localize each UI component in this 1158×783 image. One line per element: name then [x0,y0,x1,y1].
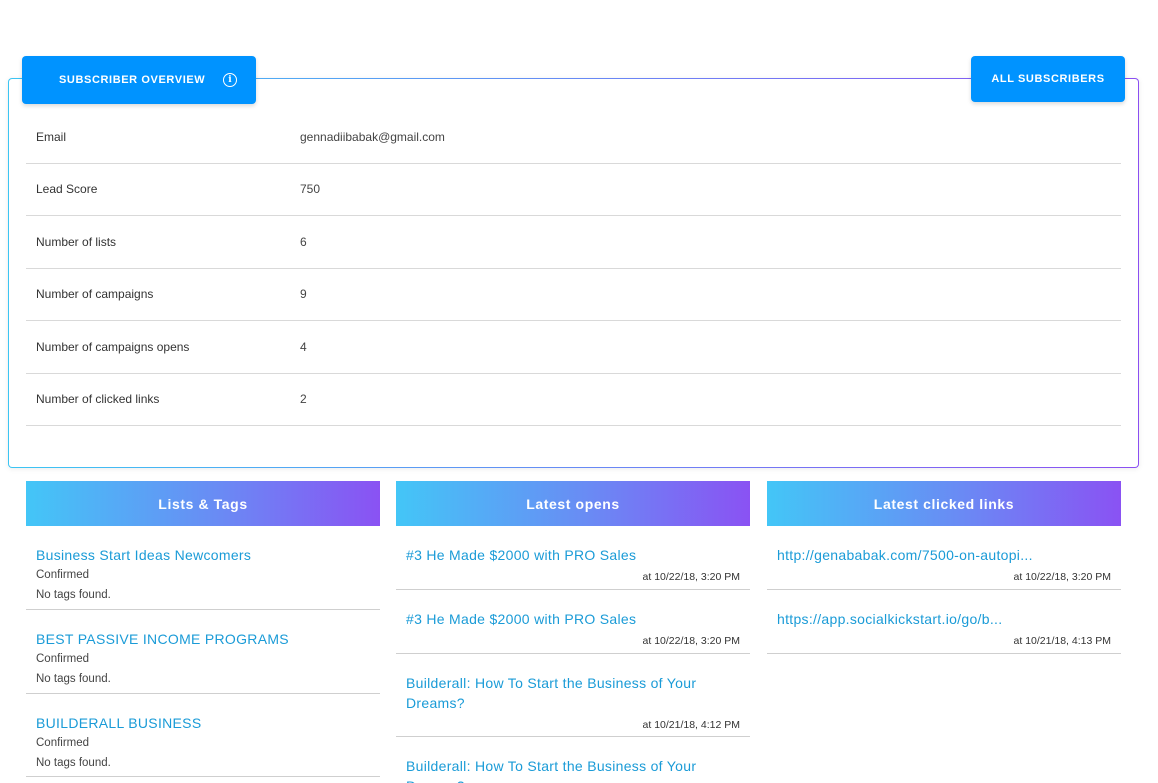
stat-value: 2 [300,392,307,407]
list-status: Confirmed [36,569,90,581]
list-tags: No tags found. [36,673,111,685]
latest-clicked-links-panel: Latest clicked links http://genababak.co… [767,481,1121,654]
list-name-link[interactable]: Business Start Ideas Newcomers [36,545,370,565]
list-tags: No tags found. [36,589,111,601]
campaign-link[interactable]: #3 He Made $2000 with PRO Sales [406,609,740,629]
clicked-link[interactable]: https://app.socialkickstart.io/go/b... [777,609,1111,629]
list-item: BEST PASSIVE INCOME PROGRAMS Confirmed N… [26,610,380,694]
stat-label: Number of lists [36,234,117,249]
subscriber-overview-tab[interactable]: SUBSCRIBER OVERVIEW i [22,56,256,104]
stat-value: 6 [300,234,307,249]
stat-value: 4 [300,339,307,354]
list-tags: No tags found. [36,757,111,769]
latest-opens-list: #3 He Made $2000 with PRO Sales at 10/22… [396,526,750,783]
stat-label: Email [36,129,67,144]
subscriber-overview-label: SUBSCRIBER OVERVIEW [59,74,206,86]
lists-tags-list: Business Start Ideas Newcomers Confirmed… [26,526,380,777]
latest-clicked-links-header: Latest clicked links [767,481,1121,526]
list-item: BUILDERALL BUSINESS Confirmed No tags fo… [26,694,380,777]
stat-row-lead-score: Lead Score 750 [26,164,1121,216]
click-event: http://genababak.com/7500-on-autopi... a… [767,526,1121,590]
lists-tags-panel: Lists & Tags Business Start Ideas Newcom… [26,481,380,777]
latest-opens-header: Latest opens [396,481,750,526]
stat-value: 750 [300,182,321,197]
event-timestamp: at 10/22/18, 3:20 PM [1013,571,1111,583]
stat-value: gennadiibabak@gmail.com [300,129,445,144]
stat-row-campaign-opens: Number of campaigns opens 4 [26,321,1121,374]
list-item: Business Start Ideas Newcomers Confirmed… [26,526,380,610]
campaign-link[interactable]: #3 He Made $2000 with PRO Sales [406,545,740,565]
stat-label: Lead Score [36,182,98,197]
lists-tags-header: Lists & Tags [26,481,380,526]
stat-row-lists: Number of lists 6 [26,216,1121,269]
stat-value: 9 [300,287,307,302]
open-event: #3 He Made $2000 with PRO Sales at 10/22… [396,590,750,654]
open-event: Builderall: How To Start the Business of… [396,737,750,783]
open-event: #3 He Made $2000 with PRO Sales at 10/22… [396,526,750,590]
all-subscribers-button[interactable]: ALL SUBSCRIBERS [971,56,1125,102]
stat-label: Number of campaigns opens [36,339,190,354]
list-status: Confirmed [36,737,90,749]
all-subscribers-label: ALL SUBSCRIBERS [991,73,1105,85]
stat-row-email: Email gennadiibabak@gmail.com [26,111,1121,164]
list-status: Confirmed [36,653,90,665]
open-event: Builderall: How To Start the Business of… [396,654,750,737]
list-name-link[interactable]: BEST PASSIVE INCOME PROGRAMS [36,629,370,649]
stat-row-clicked-links: Number of clicked links 2 [26,374,1121,426]
clicked-link[interactable]: http://genababak.com/7500-on-autopi... [777,545,1111,565]
event-timestamp: at 10/21/18, 4:12 PM [642,719,740,731]
info-icon[interactable]: i [223,73,238,87]
latest-clicked-links-list: http://genababak.com/7500-on-autopi... a… [767,526,1121,654]
stat-label: Number of campaigns [36,287,154,302]
campaign-link[interactable]: Builderall: How To Start the Business of… [406,673,740,713]
campaign-link[interactable]: Builderall: How To Start the Business of… [406,756,740,783]
latest-opens-panel: Latest opens #3 He Made $2000 with PRO S… [396,481,750,783]
event-timestamp: at 10/21/18, 4:13 PM [1013,635,1111,647]
list-name-link[interactable]: BUILDERALL BUSINESS [36,713,370,733]
click-event: https://app.socialkickstart.io/go/b... a… [767,590,1121,654]
stat-label: Number of clicked links [36,392,160,407]
subscriber-stats-table: Email gennadiibabak@gmail.com Lead Score… [26,111,1121,426]
event-timestamp: at 10/22/18, 3:20 PM [642,571,740,583]
stat-row-campaigns: Number of campaigns 9 [26,269,1121,321]
event-timestamp: at 10/22/18, 3:20 PM [642,635,740,647]
